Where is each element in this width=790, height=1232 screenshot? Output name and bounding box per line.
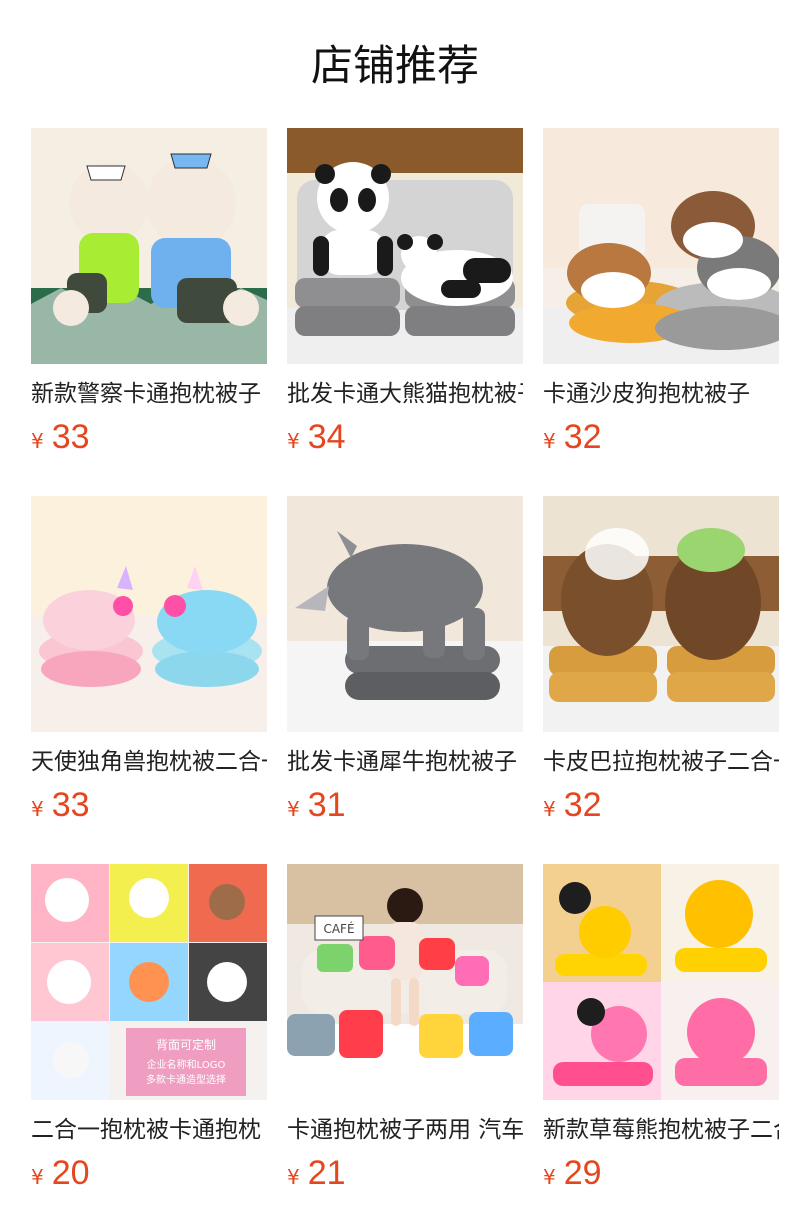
svg-text:多款卡通造型选择: 多款卡通造型选择: [146, 1073, 226, 1086]
product-price: ¥31: [287, 784, 346, 826]
currency-symbol: ¥: [31, 1165, 44, 1189]
product-card[interactable]: CAFÉ 卡通抱枕被子两用 汽车 ¥21: [287, 864, 523, 1192]
product-image[interactable]: [287, 496, 523, 732]
product-image[interactable]: [31, 128, 267, 364]
product-card[interactable]: 新款草莓熊抱枕被子二合一 ¥29: [543, 864, 779, 1192]
svg-text:企业名称和LOGO: 企业名称和LOGO: [147, 1058, 226, 1071]
price-value: 33: [51, 418, 90, 456]
price-value: 31: [307, 786, 346, 824]
product-name[interactable]: 批发卡通大熊猫抱枕被子: [287, 378, 523, 410]
price-value: 20: [51, 1154, 90, 1192]
product-card[interactable]: 卡皮巴拉抱枕被子二合一 ¥32: [543, 496, 779, 824]
currency-symbol: ¥: [287, 429, 300, 453]
product-image[interactable]: 背面可定制企业名称和LOGO 多款卡通造型选择: [31, 864, 267, 1100]
product-card[interactable]: 背面可定制企业名称和LOGO 多款卡通造型选择二合一抱枕被卡通抱枕 ¥20: [31, 864, 267, 1192]
product-price: ¥33: [31, 784, 90, 826]
recommendations-page: 店铺推荐 新款警察卡通抱枕被子 ¥33 批发卡通大熊猫抱枕被子 ¥34 卡通沙皮狗抱枕被…: [0, 0, 790, 1232]
product-name[interactable]: 卡通抱枕被子两用 汽车: [287, 1114, 523, 1146]
product-name[interactable]: 新款警察卡通抱枕被子: [31, 378, 267, 410]
price-value: 32: [563, 418, 602, 456]
currency-symbol: ¥: [287, 797, 300, 821]
product-price: ¥29: [543, 1152, 602, 1194]
product-image[interactable]: [543, 128, 779, 364]
svg-text:CAFÉ: CAFÉ: [323, 921, 354, 936]
product-price: ¥32: [543, 784, 602, 826]
product-name[interactable]: 新款草莓熊抱枕被子二合一: [543, 1114, 779, 1146]
product-image[interactable]: [543, 864, 779, 1100]
product-name[interactable]: 卡通沙皮狗抱枕被子: [543, 378, 779, 410]
product-name[interactable]: 卡皮巴拉抱枕被子二合一: [543, 746, 779, 778]
product-name[interactable]: 二合一抱枕被卡通抱枕: [31, 1114, 267, 1146]
currency-symbol: ¥: [543, 429, 556, 453]
page-title: 店铺推荐: [310, 41, 479, 90]
product-image[interactable]: [287, 128, 523, 364]
product-price: ¥20: [31, 1152, 90, 1194]
price-value: 21: [307, 1154, 346, 1192]
product-card[interactable]: 天使独角兽抱枕被二合一 ¥33: [31, 496, 267, 824]
product-card[interactable]: 卡通沙皮狗抱枕被子 ¥32: [543, 128, 779, 456]
product-name[interactable]: 批发卡通犀牛抱枕被子: [287, 746, 523, 778]
product-price: ¥32: [543, 416, 602, 458]
product-price: ¥33: [31, 416, 90, 458]
product-price: ¥21: [287, 1152, 346, 1194]
currency-symbol: ¥: [543, 797, 556, 821]
currency-symbol: ¥: [31, 797, 44, 821]
currency-symbol: ¥: [543, 1165, 556, 1189]
product-card[interactable]: 批发卡通犀牛抱枕被子 ¥31: [287, 496, 523, 824]
price-value: 29: [563, 1154, 602, 1192]
currency-symbol: ¥: [31, 429, 44, 453]
product-price: ¥34: [287, 416, 346, 458]
product-image[interactable]: CAFÉ: [287, 864, 523, 1100]
product-card[interactable]: 批发卡通大熊猫抱枕被子 ¥34: [287, 128, 523, 456]
product-card[interactable]: 新款警察卡通抱枕被子 ¥33: [31, 128, 267, 456]
price-value: 32: [563, 786, 602, 824]
currency-symbol: ¥: [287, 1165, 300, 1189]
product-name[interactable]: 天使独角兽抱枕被二合一: [31, 746, 267, 778]
product-image[interactable]: [543, 496, 779, 732]
product-image[interactable]: [31, 496, 267, 732]
price-value: 34: [307, 418, 346, 456]
svg-text:背面可定制: 背面可定制: [156, 1037, 216, 1052]
price-value: 33: [51, 786, 90, 824]
